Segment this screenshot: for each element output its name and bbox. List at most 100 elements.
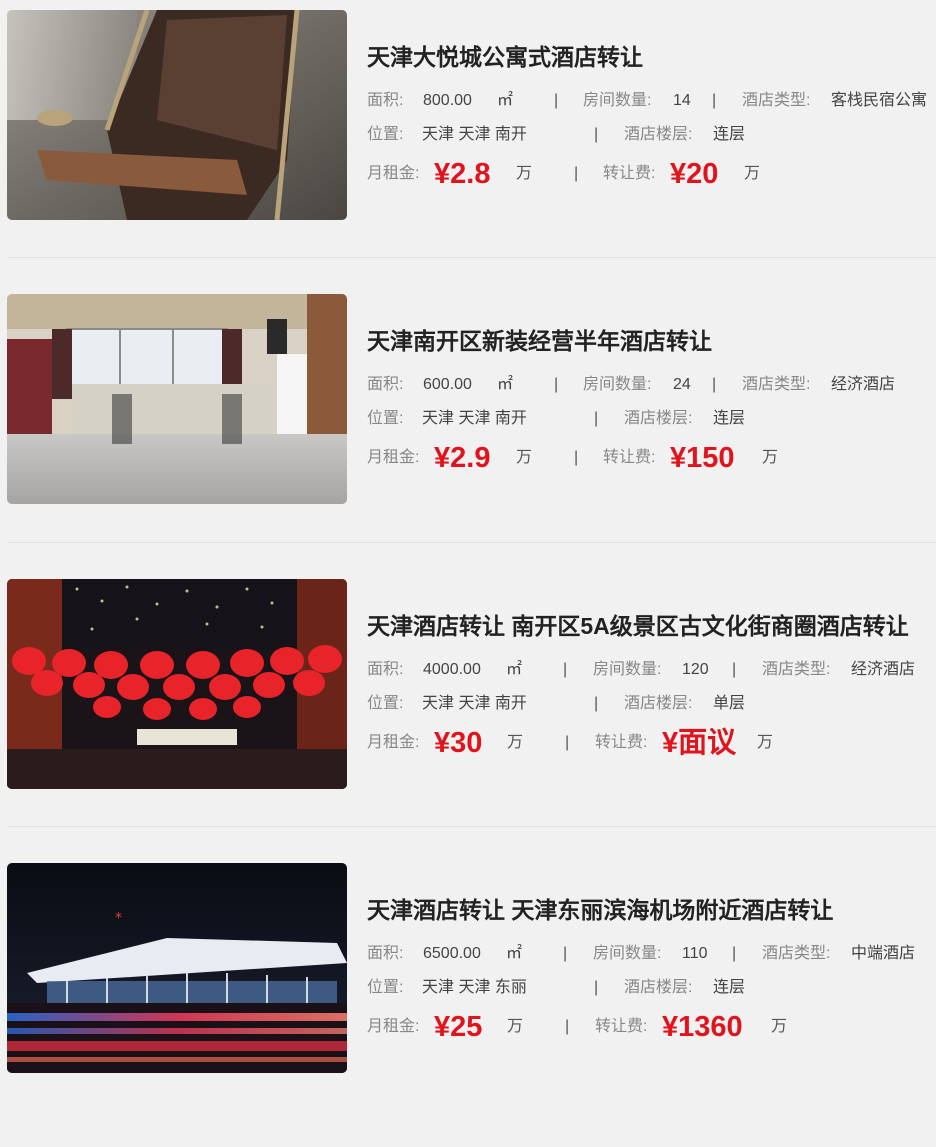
separator: | bbox=[563, 661, 568, 678]
separator: | bbox=[554, 376, 559, 393]
divider bbox=[8, 826, 936, 827]
fee-label: 转让费: bbox=[603, 165, 656, 182]
fee-value: ¥1360 bbox=[662, 1011, 743, 1043]
floors-value: 连层 bbox=[713, 126, 746, 143]
area-value: 800.00 bbox=[423, 92, 472, 109]
floors-label: 酒店楼层: bbox=[624, 126, 693, 143]
fee-value: ¥150 bbox=[670, 442, 735, 474]
listing-card[interactable]: 天津酒店转让 南开区5A级景区古文化街商圈酒店转让 面积: 4000.00 ㎡ … bbox=[0, 579, 936, 863]
listing-photo-lanterns[interactable] bbox=[7, 579, 347, 789]
separator: | bbox=[712, 92, 717, 109]
separator: | bbox=[732, 945, 737, 962]
rent-label: 月租金: bbox=[367, 1018, 420, 1035]
sqm-unit: ㎡ bbox=[506, 661, 523, 678]
listing-title[interactable]: 天津南开区新装经营半年酒店转让 bbox=[367, 326, 936, 356]
area-label: 面积: bbox=[367, 945, 404, 962]
fee-unit: 万 bbox=[744, 165, 761, 182]
listing-card[interactable]: 天津南开区新装经营半年酒店转让 面积: 600.00 ㎡ | 房间数量: 24 … bbox=[0, 294, 936, 578]
separator: | bbox=[732, 661, 737, 678]
separator: | bbox=[574, 165, 579, 182]
separator: | bbox=[594, 979, 599, 996]
sqm-unit: ㎡ bbox=[506, 945, 523, 962]
lanterns-photo-icon bbox=[7, 579, 347, 789]
fee-label: 转让费: bbox=[603, 449, 656, 466]
rooms-value: 120 bbox=[682, 661, 709, 678]
fee-unit: 万 bbox=[771, 1018, 788, 1035]
separator: | bbox=[574, 449, 579, 466]
fee-label: 转让费: bbox=[595, 734, 648, 751]
rent-label: 月租金: bbox=[367, 449, 420, 466]
fee-unit: 万 bbox=[757, 734, 774, 751]
location-value: 天津 天津 南开 bbox=[422, 410, 527, 427]
rent-label: 月租金: bbox=[367, 165, 420, 182]
area-label: 面积: bbox=[367, 92, 404, 109]
floors-label: 酒店楼层: bbox=[624, 979, 693, 996]
listing-specs-row: 面积: 4000.00 ㎡ | 房间数量: 120 | 酒店类型: 经济酒店 bbox=[367, 658, 936, 682]
separator: | bbox=[565, 734, 570, 751]
fee-value: ¥20 bbox=[670, 158, 719, 190]
listing-title[interactable]: 天津酒店转让 南开区5A级景区古文化街商圈酒店转让 bbox=[367, 611, 936, 641]
floors-value: 连层 bbox=[713, 410, 746, 427]
listing-photo-lobby[interactable] bbox=[7, 294, 347, 504]
hotel-type-value: 客栈民宿公寓 bbox=[831, 92, 928, 109]
hotel-type-label: 酒店类型: bbox=[762, 945, 831, 962]
separator: | bbox=[554, 92, 559, 109]
sqm-unit: ㎡ bbox=[497, 92, 514, 109]
listing-title[interactable]: 天津大悦城公寓式酒店转让 bbox=[367, 42, 936, 72]
sqm-unit: ㎡ bbox=[497, 376, 514, 393]
location-value: 天津 天津 东丽 bbox=[422, 979, 527, 996]
floors-label: 酒店楼层: bbox=[624, 410, 693, 427]
rent-value: ¥30 bbox=[434, 727, 483, 759]
area-value: 4000.00 bbox=[423, 661, 481, 678]
rent-unit: 万 bbox=[516, 449, 533, 466]
listing-card[interactable]: 天津大悦城公寓式酒店转让 面积: 800.00 ㎡ | 房间数量: 14 | 酒… bbox=[0, 10, 936, 294]
floors-value: 连层 bbox=[713, 979, 746, 996]
rooms-label: 房间数量: bbox=[583, 376, 652, 393]
location-label: 位置: bbox=[367, 695, 404, 712]
airport-photo-icon: ⁎ bbox=[7, 863, 347, 1073]
area-label: 面积: bbox=[367, 376, 404, 393]
rooms-label: 房间数量: bbox=[593, 945, 662, 962]
location-value: 天津 天津 南开 bbox=[422, 126, 527, 143]
rooms-value: 110 bbox=[682, 945, 708, 962]
location-label: 位置: bbox=[367, 126, 404, 143]
rooms-value: 14 bbox=[673, 92, 691, 109]
separator: | bbox=[565, 1018, 570, 1035]
hotel-type-label: 酒店类型: bbox=[762, 661, 831, 678]
rent-value: ¥25 bbox=[434, 1011, 483, 1043]
location-label: 位置: bbox=[367, 410, 404, 427]
svg-text:⁎: ⁎ bbox=[115, 906, 122, 922]
chair-photo-icon bbox=[7, 10, 347, 220]
location-label: 位置: bbox=[367, 979, 404, 996]
listing-title[interactable]: 天津酒店转让 天津东丽滨海机场附近酒店转让 bbox=[367, 895, 936, 925]
separator: | bbox=[712, 376, 717, 393]
hotel-type-value: 经济酒店 bbox=[831, 376, 896, 393]
hotel-type-label: 酒店类型: bbox=[742, 376, 811, 393]
rent-unit: 万 bbox=[516, 165, 533, 182]
area-value: 600.00 bbox=[423, 376, 472, 393]
rooms-value: 24 bbox=[673, 376, 691, 393]
listing-specs-row: 面积: 600.00 ㎡ | 房间数量: 24 | 酒店类型: 经济酒店 bbox=[367, 373, 936, 397]
floors-label: 酒店楼层: bbox=[624, 695, 693, 712]
listing-photo-airport[interactable]: ⁎ bbox=[7, 863, 347, 1073]
rent-label: 月租金: bbox=[367, 734, 420, 751]
rooms-label: 房间数量: bbox=[593, 661, 662, 678]
rent-value: ¥2.8 bbox=[434, 158, 491, 190]
fee-unit: 万 bbox=[762, 449, 779, 466]
listing-list: 天津大悦城公寓式酒店转让 面积: 800.00 ㎡ | 房间数量: 14 | 酒… bbox=[0, 0, 936, 1080]
location-value: 天津 天津 南开 bbox=[422, 695, 527, 712]
lobby-photo-icon bbox=[7, 294, 347, 504]
listing-specs-row: 面积: 800.00 ㎡ | 房间数量: 14 | 酒店类型: 客栈民宿公寓 bbox=[367, 89, 936, 113]
separator: | bbox=[594, 695, 599, 712]
separator: | bbox=[563, 945, 568, 962]
rent-unit: 万 bbox=[507, 734, 524, 751]
hotel-type-value: 中端酒店 bbox=[851, 945, 916, 962]
rent-unit: 万 bbox=[507, 1018, 524, 1035]
listing-card[interactable]: ⁎ 天津酒店转让 天津东丽滨海机场附近酒店转让 面积: 6500.00 ㎡ | … bbox=[0, 863, 936, 1147]
rent-value: ¥2.9 bbox=[434, 442, 491, 474]
divider bbox=[8, 257, 936, 258]
listing-photo-chair[interactable] bbox=[7, 10, 347, 220]
hotel-type-label: 酒店类型: bbox=[742, 92, 811, 109]
listing-specs-row: 面积: 6500.00 ㎡ | 房间数量: 110 | 酒店类型: 中端酒店 bbox=[367, 942, 936, 966]
area-label: 面积: bbox=[367, 661, 404, 678]
